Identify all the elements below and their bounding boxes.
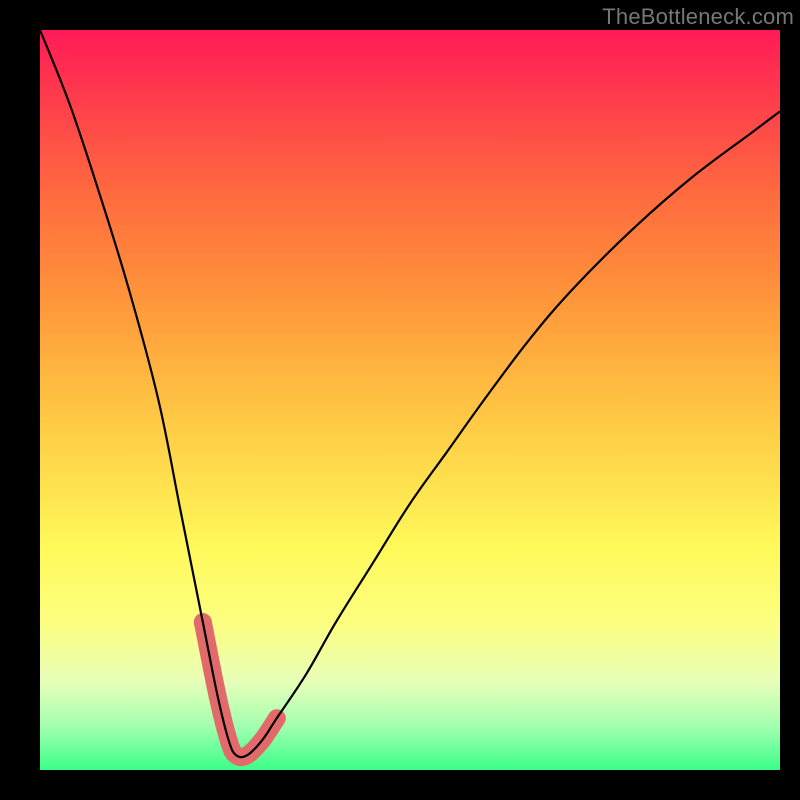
chart-plot-area	[40, 30, 780, 770]
bottleneck-curve	[40, 30, 780, 770]
watermark-text: TheBottleneck.com	[602, 4, 794, 30]
chart-frame: TheBottleneck.com	[0, 0, 800, 800]
